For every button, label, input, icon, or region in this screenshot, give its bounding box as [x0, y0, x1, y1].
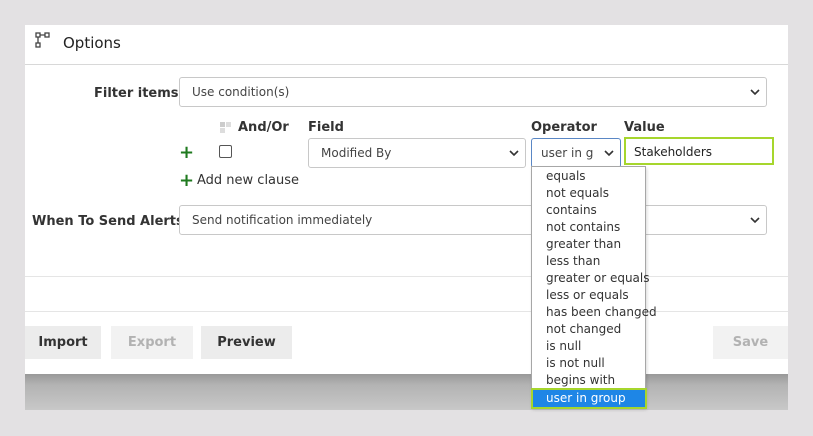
operator-option[interactable]: greater or equals — [533, 270, 650, 287]
filter-items-select[interactable]: Use condition(s) — [179, 77, 767, 107]
chevron-down-icon — [750, 89, 760, 96]
options-header: Options — [25, 25, 788, 65]
operator-option[interactable]: less or equals — [533, 287, 645, 304]
when-to-send-alerts-label: When To Send Alerts — [32, 214, 184, 229]
add-condition-icon[interactable]: + — [179, 144, 194, 162]
operator-option[interactable]: not changed — [533, 321, 645, 338]
operator-select[interactable]: user in g — [531, 138, 621, 168]
operator-option[interactable]: not contains — [533, 219, 645, 236]
filter-items-select-value: Use condition(s) — [192, 85, 290, 99]
footer-shadow — [25, 374, 788, 410]
and-or-header: And/Or — [238, 120, 289, 135]
operator-header: Operator — [531, 120, 597, 135]
add-new-clause-link[interactable]: Add new clause — [197, 173, 299, 188]
value-input[interactable]: Stakeholders — [624, 137, 774, 165]
save-button[interactable]: Save — [713, 326, 788, 359]
options-panel: Options Filter items Use condition(s) An… — [25, 25, 788, 374]
and-or-checkbox[interactable] — [219, 145, 232, 158]
chevron-down-icon — [509, 150, 519, 157]
operator-option[interactable]: is null — [533, 338, 645, 355]
chevron-down-icon — [604, 150, 614, 157]
alerts-select-value: Send notification immediately — [192, 213, 373, 227]
add-clause-icon[interactable]: + — [179, 172, 194, 190]
field-select-value: Modified By — [321, 146, 392, 160]
export-button[interactable]: Export — [111, 326, 193, 359]
operator-dropdown-list[interactable]: equals not equals contains not contains … — [531, 166, 657, 409]
import-button[interactable]: Import — [25, 326, 101, 359]
field-header: Field — [308, 120, 344, 135]
divider — [25, 276, 788, 277]
operator-option[interactable]: is not null — [533, 355, 645, 372]
operator-option[interactable]: begins with — [533, 372, 645, 389]
drag-handle-icon — [220, 122, 231, 133]
operator-option-selected[interactable]: user in group — [531, 388, 647, 409]
operator-select-value: user in g — [541, 146, 594, 160]
operator-option[interactable]: contains — [533, 202, 645, 219]
operator-option[interactable]: equals — [533, 168, 645, 185]
flow-diagram-icon — [35, 32, 50, 48]
divider — [25, 311, 788, 312]
field-select[interactable]: Modified By — [308, 138, 526, 168]
operator-option[interactable]: not equals — [533, 185, 645, 202]
value-header: Value — [624, 120, 665, 135]
page-title: Options — [63, 34, 121, 52]
operator-option[interactable]: greater than — [533, 236, 645, 253]
operator-option[interactable]: less than — [533, 253, 645, 270]
filter-items-label: Filter items — [94, 86, 179, 101]
preview-button[interactable]: Preview — [201, 326, 292, 359]
operator-option[interactable]: has been changed — [533, 304, 657, 321]
alerts-select[interactable]: Send notification immediately — [179, 205, 767, 235]
chevron-down-icon — [750, 217, 760, 224]
